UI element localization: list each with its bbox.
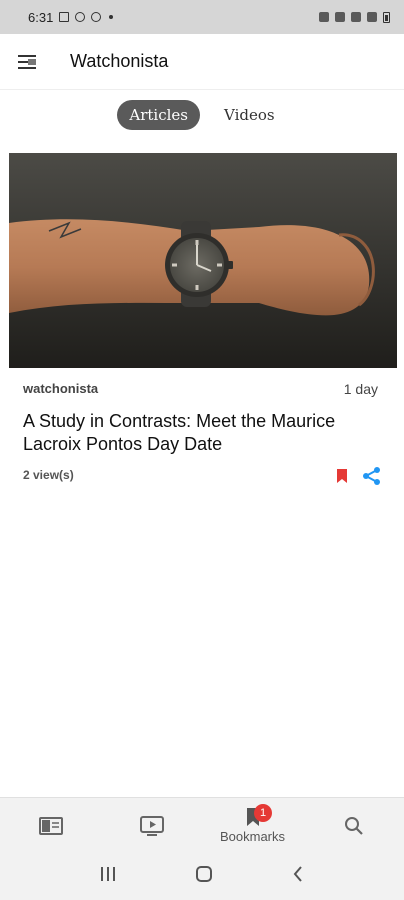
content-tabs: Articles Videos bbox=[0, 100, 404, 130]
menu-button[interactable] bbox=[0, 34, 56, 90]
recents-button[interactable] bbox=[99, 866, 117, 887]
recents-icon bbox=[101, 867, 115, 881]
article-title[interactable]: A Study in Contrasts: Meet the Maurice L… bbox=[23, 410, 373, 456]
nav-videos[interactable] bbox=[101, 798, 202, 853]
article-image[interactable] bbox=[9, 153, 397, 368]
nav-bookmarks-label: Bookmarks bbox=[219, 829, 286, 844]
signal-icon bbox=[367, 12, 377, 22]
app-notification-icon bbox=[91, 12, 102, 22]
status-bar: 6:31 bbox=[0, 0, 404, 34]
article-icon bbox=[38, 816, 63, 835]
nav-bookmarks[interactable]: 1 Bookmarks bbox=[202, 798, 303, 853]
gallery-notification-icon bbox=[59, 12, 70, 22]
watch-on-wrist-image bbox=[9, 219, 375, 316]
more-notifications-icon bbox=[109, 15, 114, 19]
nav-articles[interactable] bbox=[0, 798, 101, 853]
notification-icon bbox=[75, 12, 86, 22]
system-nav-bar bbox=[0, 853, 404, 900]
app-title: Watchonista bbox=[70, 51, 169, 71]
wifi-icon bbox=[351, 12, 361, 22]
status-left: 6:31 bbox=[28, 9, 114, 25]
video-icon bbox=[139, 815, 164, 836]
status-time: 6:31 bbox=[28, 9, 54, 25]
share-button[interactable] bbox=[362, 466, 382, 486]
alarm-icon bbox=[319, 12, 329, 22]
bookmark-button[interactable] bbox=[333, 466, 351, 486]
back-icon bbox=[293, 866, 302, 882]
bookmark-icon bbox=[337, 469, 347, 483]
status-right bbox=[319, 11, 390, 23]
tab-videos[interactable]: Videos bbox=[212, 100, 287, 130]
bottom-nav: 1 Bookmarks bbox=[0, 797, 404, 853]
battery-icon bbox=[383, 11, 390, 23]
tab-articles[interactable]: Articles bbox=[117, 100, 201, 130]
search-icon bbox=[344, 816, 363, 835]
mute-icon bbox=[335, 12, 345, 22]
menu-icon bbox=[18, 54, 36, 69]
home-icon bbox=[196, 866, 212, 882]
bookmarks-badge: 1 bbox=[254, 804, 272, 822]
app-bar: Watchonista bbox=[0, 34, 404, 90]
share-icon bbox=[363, 467, 380, 485]
article-views: 2 view(s) bbox=[23, 468, 74, 482]
home-button[interactable] bbox=[195, 865, 213, 888]
article-source[interactable]: watchonista bbox=[23, 381, 98, 396]
back-button[interactable] bbox=[291, 865, 305, 888]
article-time: 1 day bbox=[343, 381, 378, 397]
nav-search[interactable] bbox=[303, 798, 404, 853]
